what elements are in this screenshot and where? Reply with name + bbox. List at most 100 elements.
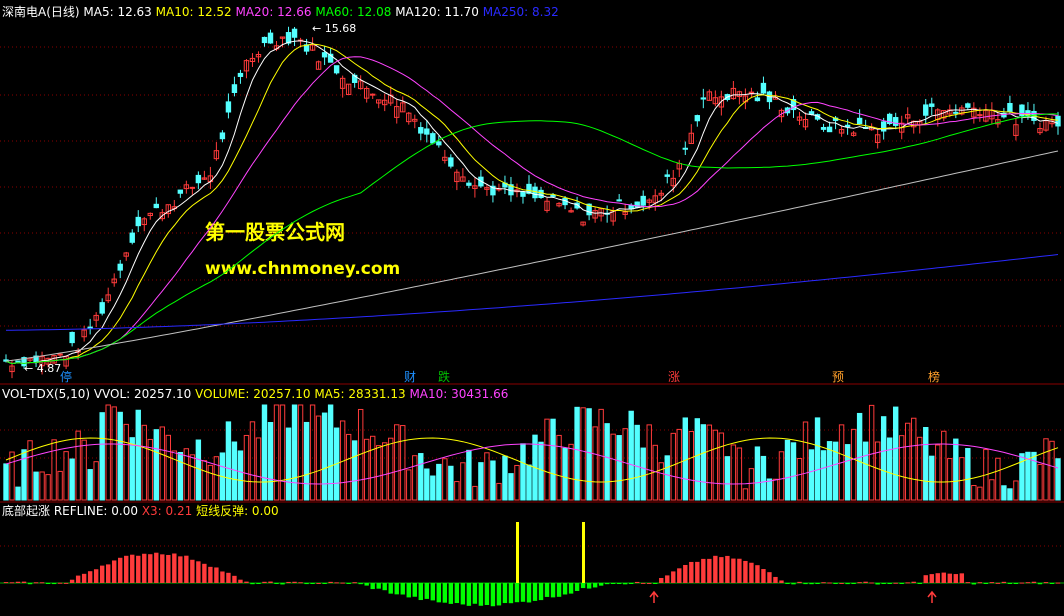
volume-bar bbox=[538, 441, 544, 501]
osc-bar bbox=[598, 583, 604, 586]
osc-bar bbox=[502, 583, 508, 604]
candle-body bbox=[748, 91, 755, 94]
volume-bar bbox=[604, 423, 610, 501]
osc-bar bbox=[995, 582, 1001, 584]
osc-bar bbox=[610, 583, 616, 584]
osc-panel-header: 底部起涨 REFLINE: 0.00 X3: 0.21 短线反弹: 0.00 bbox=[2, 503, 279, 518]
volume-bar bbox=[69, 458, 75, 501]
volume-bar bbox=[502, 455, 508, 501]
osc-bar bbox=[899, 583, 904, 584]
osc-bar bbox=[9, 582, 15, 584]
volume-bar bbox=[911, 417, 917, 501]
osc-bar bbox=[526, 583, 532, 603]
volume-bar bbox=[81, 439, 87, 501]
volume-bar bbox=[33, 471, 39, 501]
volume-bar bbox=[243, 434, 250, 501]
volume-bar bbox=[15, 486, 21, 501]
volume-bar bbox=[935, 444, 941, 501]
volume-bar bbox=[899, 435, 905, 501]
volume-bar bbox=[255, 437, 262, 501]
candle-body bbox=[808, 111, 815, 115]
buy-arrow-icon bbox=[927, 590, 937, 603]
osc-bar bbox=[857, 582, 862, 584]
volume-bar bbox=[267, 422, 274, 501]
volume-bar bbox=[917, 436, 923, 501]
candle-body bbox=[195, 174, 202, 184]
candle-body bbox=[466, 182, 472, 186]
volume-bar bbox=[297, 404, 304, 501]
osc-bar bbox=[490, 583, 496, 607]
osc-bar bbox=[863, 581, 868, 583]
candle-body bbox=[880, 121, 887, 132]
candle-body bbox=[225, 101, 232, 113]
osc-bar bbox=[442, 583, 448, 603]
rebound-signal-bar bbox=[516, 522, 519, 583]
candle-body bbox=[333, 65, 340, 74]
volume-bar bbox=[165, 434, 172, 501]
osc-bar bbox=[172, 553, 177, 583]
volume-bar bbox=[742, 488, 749, 501]
osc-bar bbox=[316, 582, 321, 584]
volume-bar bbox=[772, 478, 779, 501]
volume-bar bbox=[808, 449, 815, 501]
osc-bar bbox=[238, 579, 243, 583]
candle-body bbox=[694, 115, 701, 122]
volume-bar bbox=[303, 421, 310, 501]
volume-bar bbox=[1055, 458, 1061, 501]
osc-bar bbox=[562, 583, 568, 595]
candle-body bbox=[700, 97, 707, 100]
volume-bar bbox=[965, 448, 971, 501]
osc-bar bbox=[118, 557, 123, 583]
osc-bar bbox=[887, 583, 892, 584]
volume-bar bbox=[712, 429, 719, 501]
volume-bar bbox=[766, 478, 773, 501]
osc-bar bbox=[1049, 583, 1055, 584]
osc-bar bbox=[935, 573, 940, 583]
osc-bar bbox=[430, 583, 436, 601]
candle-body bbox=[69, 331, 75, 344]
volume-bar bbox=[622, 428, 628, 501]
volume-bar bbox=[868, 404, 875, 501]
osc-bar bbox=[166, 554, 171, 583]
osc-bar bbox=[280, 583, 285, 585]
volume-bar bbox=[9, 451, 15, 501]
volume-bar bbox=[436, 463, 442, 501]
osc-bar bbox=[592, 583, 598, 588]
volume-bar bbox=[291, 404, 298, 501]
volume-bar bbox=[273, 404, 280, 501]
volume-bar bbox=[953, 438, 959, 501]
volume-bar bbox=[556, 434, 562, 501]
volume-bar bbox=[63, 451, 69, 501]
candle-body bbox=[682, 147, 688, 150]
volume-bar bbox=[147, 438, 153, 501]
osc-bar bbox=[250, 583, 255, 585]
osc-bar bbox=[142, 553, 147, 583]
osc-bar bbox=[346, 583, 351, 584]
osc-bar bbox=[665, 575, 670, 583]
candle-body bbox=[616, 199, 622, 202]
osc-bar bbox=[677, 568, 682, 583]
volume-bar bbox=[730, 444, 737, 501]
candle-body bbox=[135, 216, 141, 227]
osc-bar bbox=[671, 571, 676, 583]
volume-bar bbox=[285, 427, 292, 501]
volume-bar bbox=[923, 427, 929, 501]
candle-body bbox=[117, 263, 123, 271]
volume-bar bbox=[75, 430, 81, 501]
osc-bar bbox=[472, 583, 478, 604]
volume-bar bbox=[225, 421, 232, 501]
volume-bar bbox=[706, 424, 713, 501]
osc-bar bbox=[809, 583, 814, 585]
volume-bar bbox=[45, 474, 51, 501]
volume-bar bbox=[989, 479, 995, 501]
osc-bar bbox=[298, 582, 303, 584]
osc-bar bbox=[466, 583, 472, 606]
osc-bar bbox=[785, 583, 790, 584]
osc-bar bbox=[112, 560, 117, 583]
osc-bar bbox=[105, 564, 111, 583]
ma10-line bbox=[5, 43, 1059, 365]
volume-bar bbox=[568, 443, 574, 501]
volume-bar bbox=[261, 404, 268, 501]
osc-bar bbox=[761, 569, 766, 583]
volume-bar bbox=[466, 449, 472, 501]
